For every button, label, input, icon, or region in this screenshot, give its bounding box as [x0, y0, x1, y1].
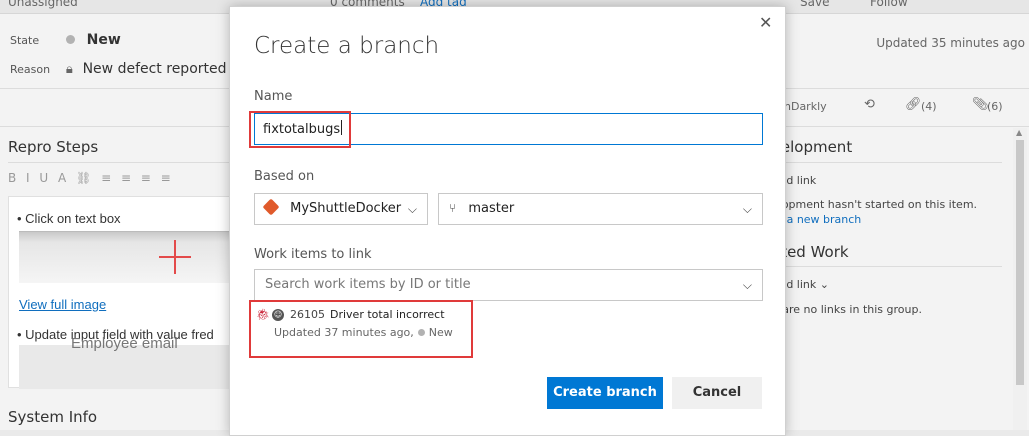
repro-steps-divider — [8, 162, 230, 163]
repository-select[interactable]: MyShuttleDocker ⌵ — [254, 193, 428, 225]
related-work-empty-text: e are no links in this group. — [772, 303, 922, 316]
link-icon[interactable]: 🔗︎ — [905, 97, 922, 112]
chevron-down-icon: ⌵ — [742, 202, 752, 216]
based-on-label: Based on — [254, 169, 315, 184]
branch-name-input[interactable]: fixtotalbugs — [254, 113, 763, 145]
related-work-divider — [772, 266, 1002, 267]
tab-launchdarkly[interactable]: nDarkly — [784, 100, 827, 113]
work-item-title: Driver total incorrect — [330, 308, 445, 321]
bug-icon: 🐞︎ — [256, 308, 270, 321]
state-dot-icon — [417, 329, 425, 336]
lock-icon: 🔒︎ — [65, 62, 73, 77]
list-item: • Click on text box — [17, 211, 121, 226]
git-branch-icon: ⑂ — [449, 201, 457, 215]
work-items-label: Work items to link — [254, 247, 372, 262]
scrollbar[interactable]: ▲ — [1013, 128, 1027, 430]
updated-timestamp: Updated 35 minutes ago — [876, 36, 1025, 50]
screenshot-image — [19, 231, 231, 283]
branch-value: master — [468, 201, 515, 216]
reason-field[interactable]: Reason 🔒︎ New defect reported — [10, 61, 227, 77]
follow-button[interactable]: Follow — [870, 0, 908, 9]
chevron-down-icon: ⌵ — [742, 278, 752, 292]
scrollbar-thumb[interactable] — [1016, 140, 1024, 385]
tab-attachments-count[interactable]: (6) — [987, 100, 1003, 113]
save-button[interactable]: Save — [800, 0, 829, 9]
state-label: State — [10, 34, 40, 47]
bullet-marker: • — [17, 211, 26, 226]
dialog-title: Create a branch — [254, 33, 440, 59]
avatar: ☺ — [272, 309, 284, 321]
crosshair-vertical — [174, 240, 176, 274]
scroll-up-icon[interactable]: ▲ — [1016, 128, 1022, 137]
create-branch-dialog: ✕ Create a branch Name fixtotalbugs Base… — [229, 6, 786, 436]
branch-select[interactable]: ⑂ master ⌵ — [438, 193, 763, 225]
git-repo-icon — [262, 198, 280, 216]
bullet-marker: • — [17, 327, 26, 342]
close-icon[interactable]: ✕ — [759, 13, 772, 32]
repro-steps-title: Repro Steps — [8, 138, 99, 156]
development-empty-text: elopment hasn't started on this item. — [772, 198, 978, 211]
state-dot-icon — [65, 35, 75, 44]
work-item-updated: Updated 37 minutes ago, — [274, 326, 414, 339]
work-item-meta: Updated 37 minutes ago, New — [274, 326, 453, 339]
history-icon[interactable]: ⟲ — [864, 97, 875, 112]
tab-links-count[interactable]: (4) — [921, 100, 937, 113]
reason-label: Reason — [10, 63, 51, 76]
branch-name-value: fixtotalbugs — [263, 122, 341, 137]
right-panel: velopment Add link elopment hasn't start… — [762, 128, 1012, 428]
state-field[interactable]: State New — [10, 32, 121, 48]
work-item-state: New — [428, 326, 453, 339]
work-item-search-placeholder: Search work items by ID or title — [265, 277, 471, 292]
cancel-button[interactable]: Cancel — [672, 377, 762, 409]
reason-value: New defect reported — [82, 61, 227, 77]
rich-text-toolbar[interactable]: B I U A ⛓ ≡ ≡ ≡ ≡ — [8, 171, 174, 185]
repro-steps-editor[interactable]: • Click on text box View full image • Up… — [8, 196, 231, 389]
assigned-to[interactable]: Unassigned — [8, 0, 78, 9]
repository-value: MyShuttleDocker — [290, 201, 402, 216]
repro-step-1: Click on text box — [25, 211, 121, 226]
chevron-down-icon: ⌵ — [407, 202, 417, 216]
view-full-image-link[interactable]: View full image — [19, 297, 106, 312]
system-info-title: System Info — [8, 408, 98, 426]
state-value: New — [86, 32, 121, 48]
linked-work-item[interactable]: 🐞︎ ☺ 26105 Driver total incorrect Update… — [256, 307, 476, 351]
create-branch-button[interactable]: Create branch — [547, 377, 663, 409]
image-caption: Employee email — [71, 335, 178, 352]
work-item-search-input[interactable]: Search work items by ID or title ⌵ — [254, 269, 763, 301]
screenshot-image-2: Employee email — [19, 335, 231, 389]
right-tab-strip: nDarkly ⟲ 🔗︎ (4) 📎︎ (6) — [780, 88, 1029, 124]
work-item-id: 26105 — [290, 308, 325, 321]
name-label: Name — [254, 89, 293, 104]
development-divider — [772, 162, 1002, 163]
text-caret — [341, 120, 343, 135]
